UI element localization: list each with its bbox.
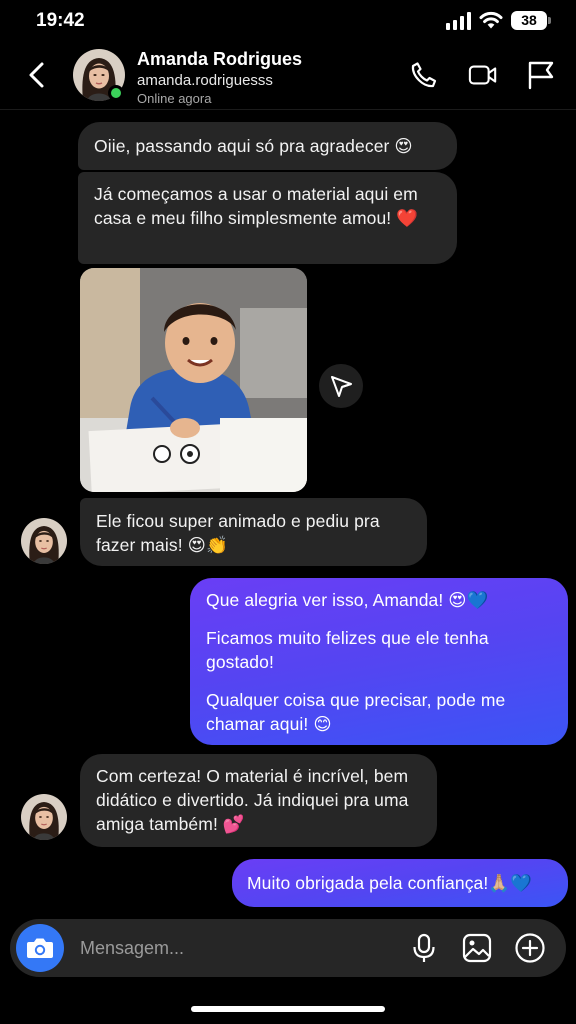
- signal-icon: [446, 12, 472, 30]
- home-indicator[interactable]: [191, 1006, 385, 1012]
- video-camera-icon[interactable]: [468, 60, 498, 90]
- child-photo-image: [80, 268, 307, 492]
- wifi-icon: [479, 11, 503, 29]
- message-incoming[interactable]: Ele ficou super animado e pediu pra faze…: [80, 498, 427, 566]
- contact-status: Online agora: [137, 91, 212, 106]
- online-indicator: [108, 85, 124, 101]
- phone-icon[interactable]: [409, 60, 439, 90]
- message-paragraph: Que alegria ver isso, Amanda! 😍💙: [206, 590, 489, 610]
- message-incoming[interactable]: Com certeza! O material é incrível, bem …: [80, 754, 437, 847]
- contact-username[interactable]: amanda.rodriguesss: [137, 72, 273, 89]
- sender-avatar[interactable]: [21, 518, 67, 564]
- message-paragraph: Qualquer coisa que precisar, pode me cha…: [206, 690, 506, 734]
- contact-name[interactable]: Amanda Rodrigues: [137, 49, 302, 70]
- message-incoming[interactable]: Já começamos a usar o material aqui em c…: [78, 172, 457, 264]
- sender-avatar[interactable]: [21, 794, 67, 840]
- message-incoming[interactable]: Oiie, passando aqui só pra agradecer 😍: [78, 122, 457, 170]
- message-photo[interactable]: [80, 268, 307, 492]
- message-outgoing[interactable]: Que alegria ver isso, Amanda! 😍💙 Ficamos…: [190, 578, 568, 745]
- message-outgoing[interactable]: Muito obrigada pela confiança!🙏🏼💙: [232, 859, 568, 907]
- battery-icon: 38: [511, 11, 551, 30]
- chevron-left-icon[interactable]: [24, 60, 52, 90]
- camera-icon: [27, 938, 53, 958]
- plus-circle-icon[interactable]: [514, 932, 546, 964]
- status-time: 19:42: [36, 10, 85, 31]
- camera-button[interactable]: [16, 924, 64, 972]
- share-button[interactable]: [319, 364, 363, 408]
- flag-icon[interactable]: [526, 60, 556, 90]
- send-icon: [331, 376, 352, 397]
- message-composer: [10, 919, 566, 977]
- message-paragraph: Ficamos muito felizes que ele tenha gost…: [206, 628, 489, 672]
- status-bar: 19:42 38: [0, 0, 576, 42]
- chat-header: Amanda Rodrigues amanda.rodriguesss Onli…: [0, 42, 576, 110]
- image-icon[interactable]: [461, 932, 493, 964]
- message-input[interactable]: [80, 919, 400, 977]
- microphone-icon[interactable]: [408, 932, 440, 964]
